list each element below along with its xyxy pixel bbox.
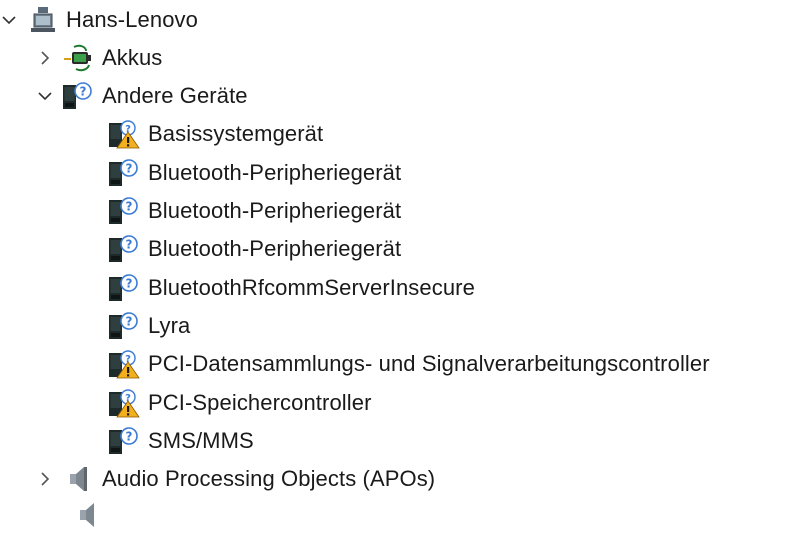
tree-node-partial[interactable]: [72, 497, 112, 533]
category-label: Andere Geräte: [102, 83, 248, 108]
tree-leaf-device[interactable]: SMS/MMS: [108, 423, 254, 459]
warning-device-icon: [108, 119, 142, 149]
tree-leaf-device[interactable]: Bluetooth-Peripheriegerät: [108, 193, 401, 229]
unknown-device-icon: [108, 158, 142, 188]
unknown-device-icon: [108, 234, 142, 264]
device-label: PCI-Speichercontroller: [148, 390, 372, 415]
chevron-down-icon[interactable]: [0, 11, 18, 29]
tree-node-akkus[interactable]: Akkus: [36, 40, 162, 76]
chevron-down-icon[interactable]: [36, 87, 54, 105]
category-label: Audio Processing Objects (APOs): [102, 466, 436, 491]
computer-icon: [26, 5, 60, 35]
device-tree: Hans-Lenovo Akkus Andere Geräte Basissys…: [0, 0, 800, 527]
chevron-right-icon[interactable]: [36, 470, 54, 488]
chevron-right-icon[interactable]: [36, 49, 54, 67]
unknown-device-icon: [108, 196, 142, 226]
tree-leaf-device[interactable]: Lyra: [108, 308, 190, 344]
unknown-device-icon: [108, 426, 142, 456]
device-label: Bluetooth-Peripheriegerät: [148, 198, 402, 223]
battery-icon: [62, 43, 96, 73]
tree-node-andere-geraete[interactable]: Andere Geräte: [36, 78, 248, 114]
tree-node-root[interactable]: Hans-Lenovo: [0, 2, 198, 38]
tree-leaf-device[interactable]: Bluetooth-Peripheriegerät: [108, 155, 401, 191]
unknown-device-icon: [108, 311, 142, 341]
device-label: BluetoothRfcommServerInsecure: [148, 275, 475, 300]
tree-leaf-device[interactable]: PCI-Speichercontroller: [108, 385, 372, 421]
unknown-device-icon: [108, 273, 142, 303]
device-label: Basissystemgerät: [148, 121, 324, 146]
warning-device-icon: [108, 349, 142, 379]
device-label: PCI-Datensammlungs- und Signalverarbeitu…: [148, 351, 710, 376]
tree-node-audio-processing-objects[interactable]: Audio Processing Objects (APOs): [36, 461, 435, 497]
device-label: Lyra: [148, 313, 191, 338]
root-label: Hans-Lenovo: [66, 7, 198, 32]
device-label: SMS/MMS: [148, 428, 254, 453]
tree-leaf-device[interactable]: PCI-Datensammlungs- und Signalverarbeitu…: [108, 346, 710, 382]
warning-device-icon: [108, 388, 142, 418]
device-label: Bluetooth-Peripheriegerät: [148, 236, 402, 261]
unknown-device-icon: [62, 81, 96, 111]
category-label: Akkus: [102, 45, 163, 70]
speaker-icon: [62, 464, 96, 494]
tree-leaf-device[interactable]: Bluetooth-Peripheriegerät: [108, 231, 401, 267]
speaker-icon: [72, 500, 106, 530]
tree-leaf-device[interactable]: Basissystemgerät: [108, 116, 323, 152]
tree-leaf-device[interactable]: BluetoothRfcommServerInsecure: [108, 270, 475, 306]
device-label: Bluetooth-Peripheriegerät: [148, 160, 402, 185]
